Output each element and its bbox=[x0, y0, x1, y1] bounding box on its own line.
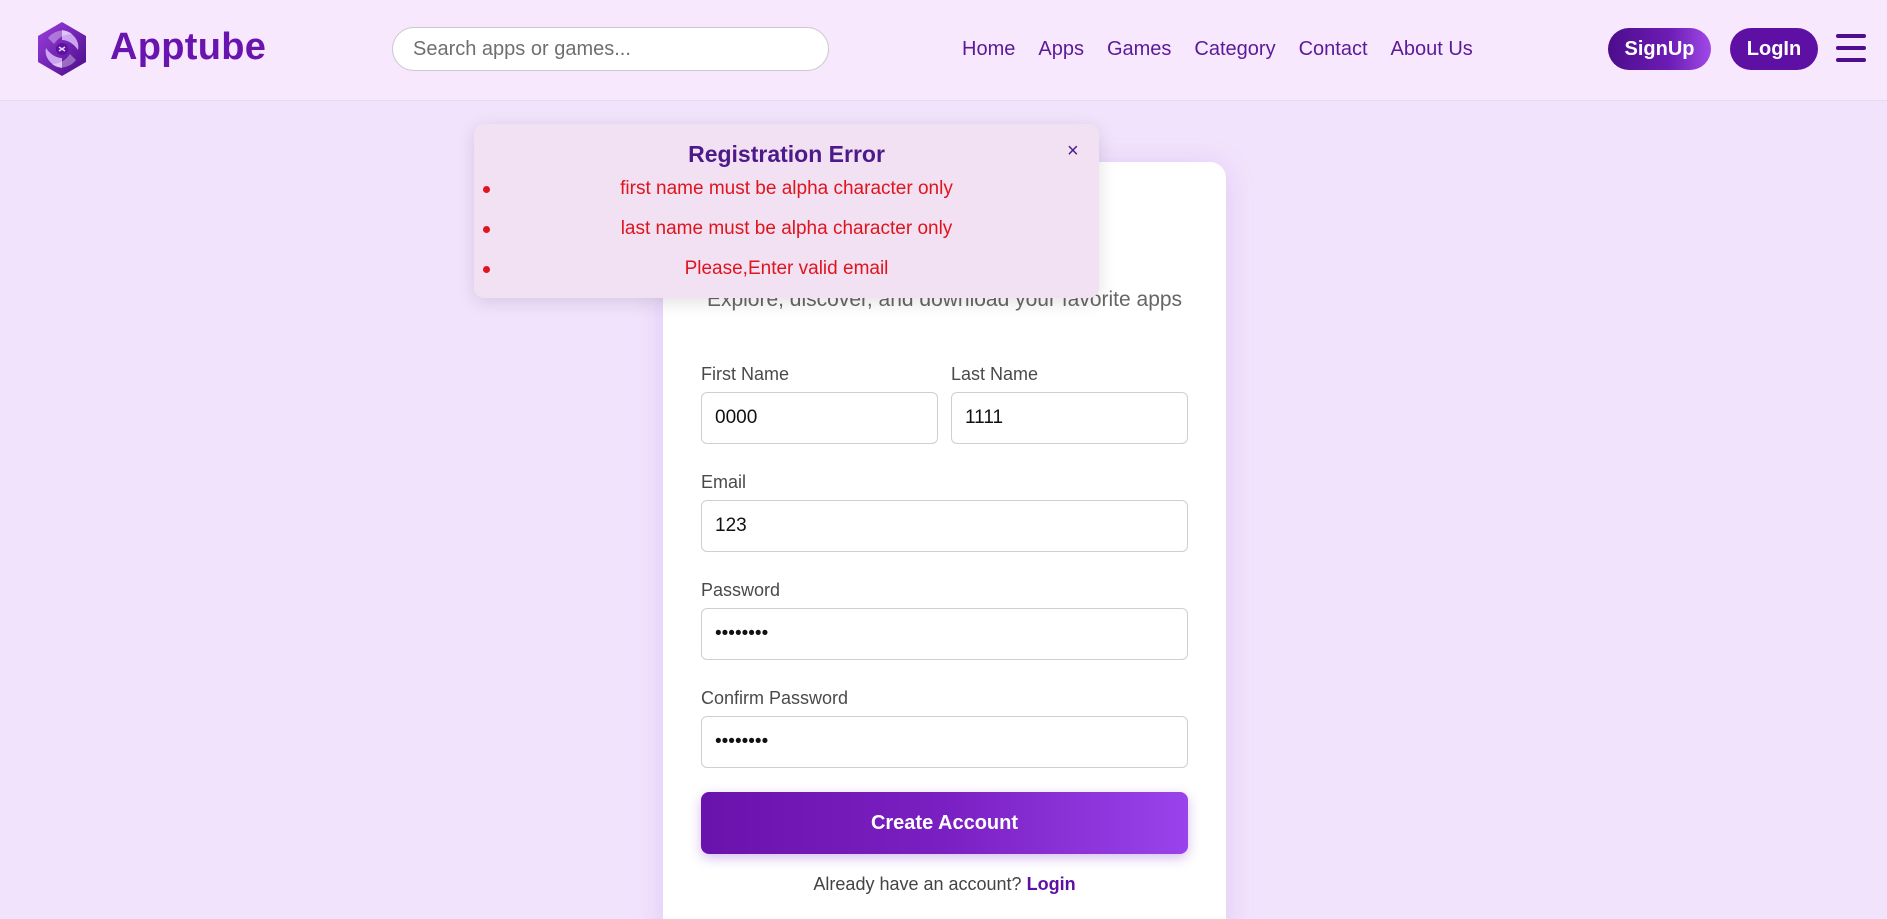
hamburger-menu-icon[interactable] bbox=[1836, 34, 1866, 62]
error-item: first name must be alpha character only bbox=[474, 176, 1099, 216]
first-name-field[interactable] bbox=[701, 392, 938, 444]
confirm-password-field[interactable] bbox=[701, 716, 1188, 768]
nav-category[interactable]: Category bbox=[1194, 38, 1275, 61]
login-prompt-text: Already have an account? bbox=[813, 874, 1022, 894]
hamburger-line bbox=[1836, 34, 1866, 38]
brand-name[interactable]: Apptube bbox=[110, 26, 266, 69]
signup-button[interactable]: SignUp bbox=[1608, 28, 1711, 70]
error-item: last name must be alpha character only bbox=[474, 216, 1099, 256]
hamburger-line bbox=[1836, 58, 1866, 62]
nav-contact[interactable]: Contact bbox=[1299, 38, 1368, 61]
last-name-field[interactable] bbox=[951, 392, 1188, 444]
error-item-text: Please,Enter valid email bbox=[684, 258, 889, 279]
login-button[interactable]: LogIn bbox=[1730, 28, 1818, 70]
apptube-logo-icon[interactable] bbox=[34, 20, 90, 78]
email-label: Email bbox=[701, 472, 747, 492]
bullet-icon bbox=[483, 186, 490, 193]
error-popup-title: Registration Error bbox=[688, 141, 885, 167]
search-input[interactable] bbox=[392, 27, 829, 71]
bullet-icon bbox=[483, 226, 490, 233]
hamburger-line bbox=[1836, 46, 1866, 50]
nav-about-us[interactable]: About Us bbox=[1391, 38, 1473, 61]
bullet-icon bbox=[483, 266, 490, 273]
registration-error-popup: Registration Error × first name must be … bbox=[474, 124, 1099, 298]
email-field[interactable] bbox=[701, 500, 1188, 552]
nav-games[interactable]: Games bbox=[1107, 38, 1171, 61]
nav-home[interactable]: Home bbox=[962, 38, 1015, 61]
login-link[interactable]: Login bbox=[1027, 874, 1076, 894]
error-list: first name must be alpha character only … bbox=[474, 176, 1099, 296]
last-name-label: Last Name bbox=[951, 364, 1039, 384]
nav-apps[interactable]: Apps bbox=[1038, 38, 1084, 61]
password-field[interactable] bbox=[701, 608, 1188, 660]
error-item: Please,Enter valid email bbox=[474, 256, 1099, 296]
main-nav: Home Apps Games Category Contact About U… bbox=[962, 38, 1496, 61]
login-prompt: Already have an account? Login bbox=[663, 874, 1226, 895]
confirm-password-label: Confirm Password bbox=[701, 688, 849, 708]
navbar: Apptube Home Apps Games Category Contact… bbox=[0, 0, 1887, 101]
password-label: Password bbox=[701, 580, 781, 600]
first-name-label: First Name bbox=[701, 364, 790, 384]
error-item-text: first name must be alpha character only bbox=[620, 178, 953, 199]
create-account-button[interactable]: Create Account bbox=[701, 792, 1188, 854]
close-icon[interactable]: × bbox=[1067, 140, 1079, 163]
error-item-text: last name must be alpha character only bbox=[620, 218, 953, 239]
